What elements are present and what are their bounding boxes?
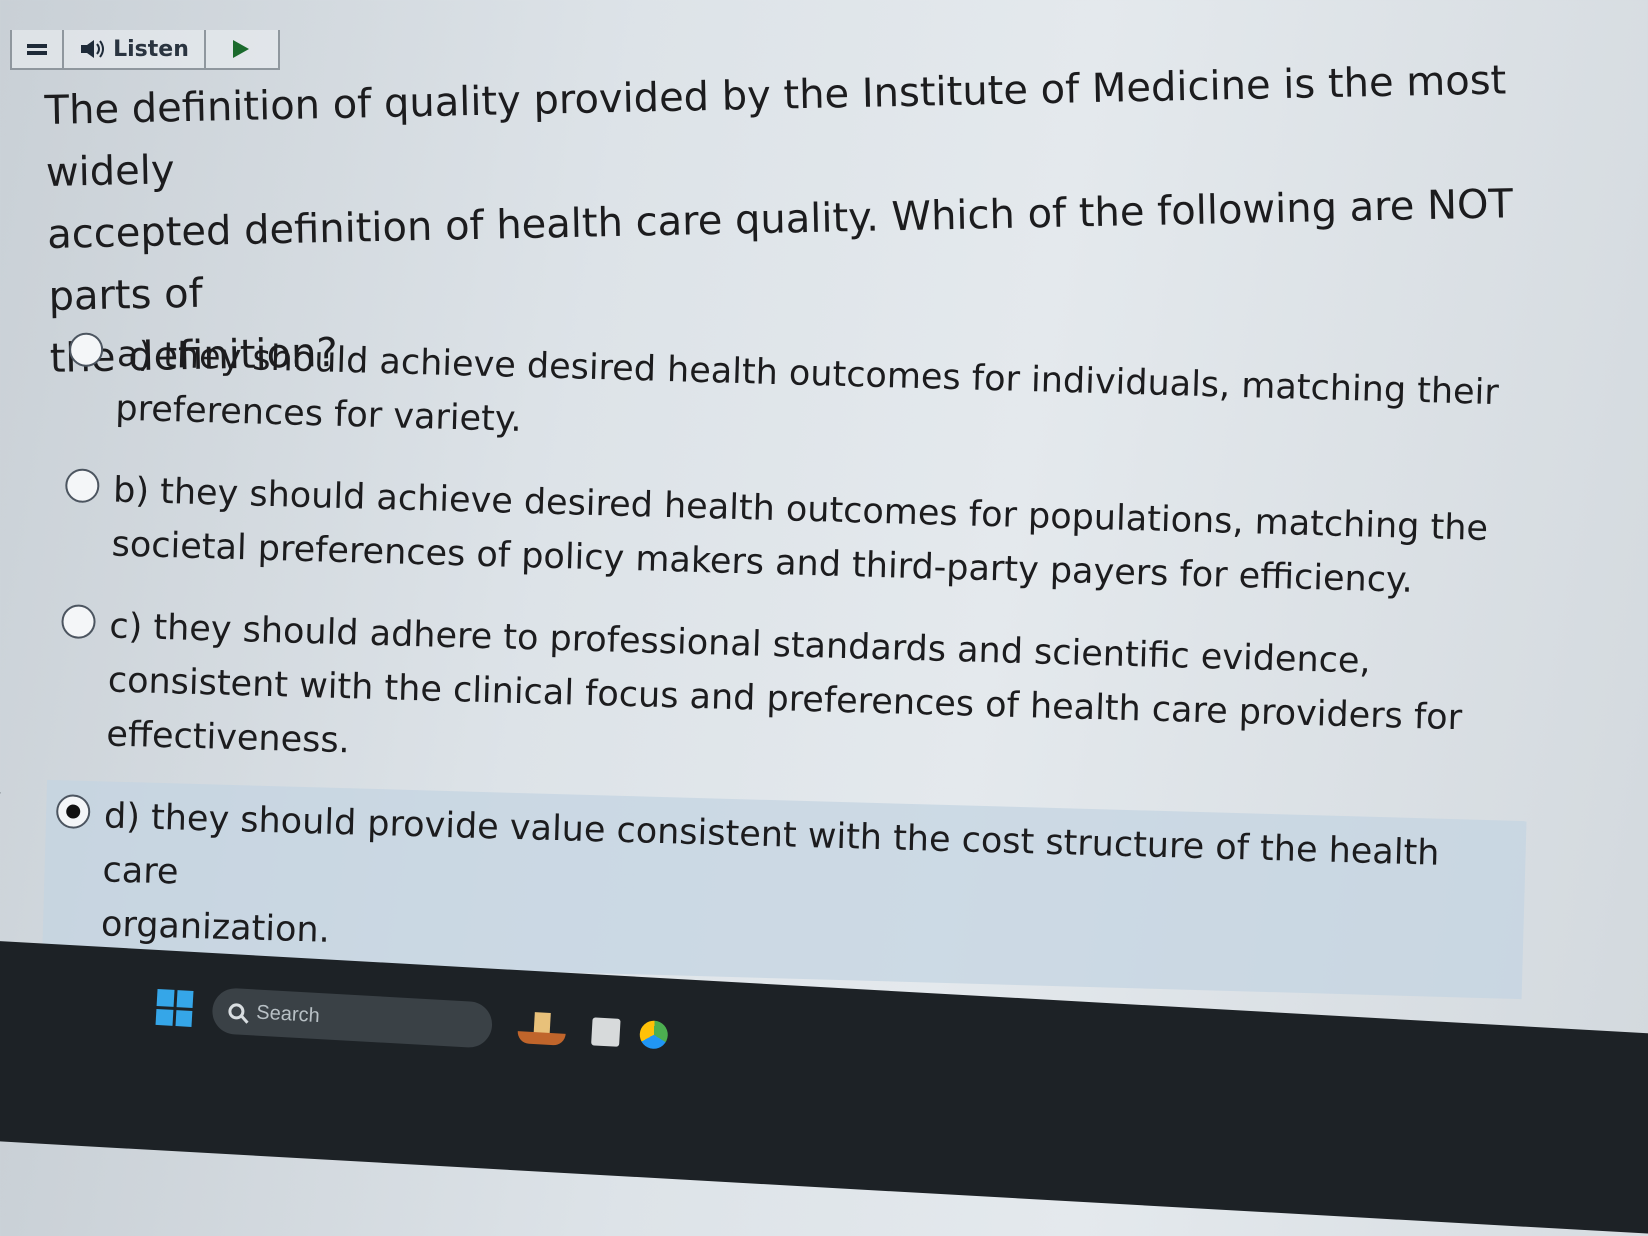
play-icon xyxy=(233,40,249,58)
menu-button[interactable] xyxy=(12,30,64,68)
taskbar-search[interactable]: Search xyxy=(211,987,494,1049)
ship-icon[interactable] xyxy=(511,1007,573,1050)
radio-d[interactable] xyxy=(55,794,91,830)
taskbar-items: Search xyxy=(155,984,669,1059)
option-c-text[interactable]: c) they should adhere to professional st… xyxy=(106,600,1465,800)
search-icon xyxy=(227,1002,245,1020)
option-b-text[interactable]: b) they should achieve desired health ou… xyxy=(111,464,1489,610)
app-icon[interactable] xyxy=(639,1019,669,1050)
task-view-icon[interactable] xyxy=(591,1017,621,1047)
play-button[interactable] xyxy=(206,30,276,68)
radio-a[interactable] xyxy=(68,332,104,368)
menu-icon xyxy=(27,43,47,55)
search-placeholder: Search xyxy=(255,1001,321,1027)
option-b[interactable]: b) they should achieve desired health ou… xyxy=(53,454,1536,619)
radio-b[interactable] xyxy=(64,468,100,504)
listen-button[interactable]: Listen xyxy=(64,30,206,68)
option-c[interactable]: c) they should adhere to professional st… xyxy=(47,590,1531,809)
radio-c[interactable] xyxy=(61,604,96,640)
listen-label: Listen xyxy=(113,36,189,62)
screen: Listen The definition of quality provide… xyxy=(0,0,1648,1236)
listen-toolbar: Listen xyxy=(10,30,280,70)
windows-start-icon[interactable] xyxy=(155,988,194,1027)
speaker-icon xyxy=(81,40,105,58)
row-marker-icon xyxy=(0,792,1,802)
